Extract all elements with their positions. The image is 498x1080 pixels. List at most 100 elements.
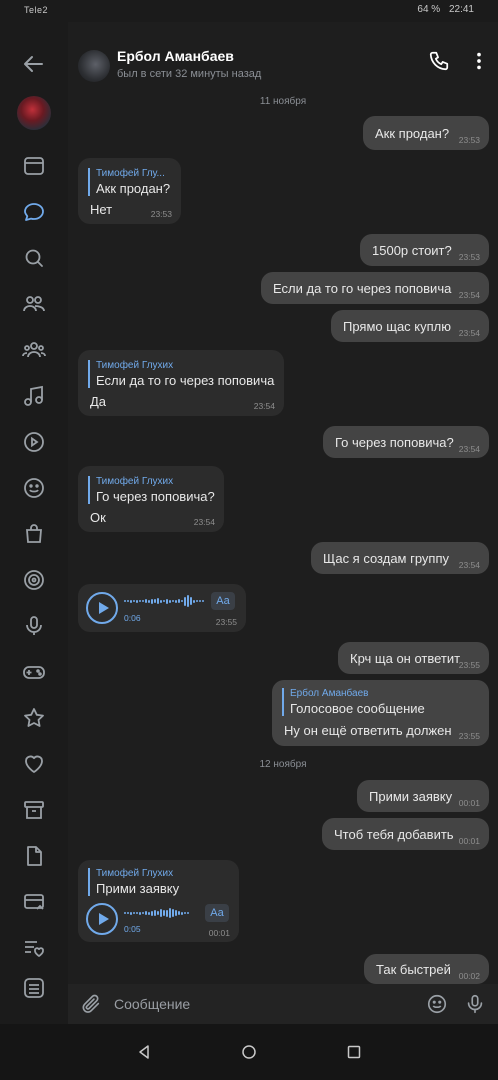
message-time: 23:54: [458, 560, 480, 570]
reply-quote[interactable]: Ербол Аманбаев Голосовое сообщение: [282, 688, 478, 716]
emoji-icon[interactable]: [426, 993, 448, 1015]
message-outgoing[interactable]: Крч ща он ответит 23:55: [338, 642, 489, 674]
message-time: 23:54: [193, 517, 215, 527]
message-text: Ок: [90, 510, 106, 525]
back-icon[interactable]: [22, 52, 46, 76]
voice-waveform[interactable]: [124, 906, 189, 920]
voice-message[interactable]: 0:06 Aa 23:55: [78, 584, 246, 632]
message-text: Ну он ещё ответить должен: [284, 723, 452, 738]
message-time: 23:54: [253, 401, 275, 411]
call-icon[interactable]: [428, 50, 450, 72]
messages-icon[interactable]: [22, 200, 46, 224]
message-composer: [68, 984, 498, 1024]
contact-name[interactable]: Ербол Аманбаев: [117, 48, 234, 64]
payments-icon[interactable]: [22, 890, 46, 914]
reply-author: Ербол Аманбаев: [290, 688, 369, 699]
clock-label: 22:41: [448, 4, 474, 15]
message-text: Так быстрей: [376, 962, 451, 977]
reply-author: Тимофей Глухих: [96, 360, 174, 371]
favorites-icon[interactable]: [22, 706, 46, 730]
message-outgoing[interactable]: Так быстрей 00:02: [364, 954, 489, 984]
battery-label: 64 %: [417, 4, 441, 15]
message-input[interactable]: [114, 994, 414, 1014]
clips-icon[interactable]: [22, 568, 46, 592]
chat-header: Ербол Аманбаев был в сети 32 минуты наза…: [68, 22, 498, 90]
left-nav-rail: [0, 22, 68, 1024]
market-icon[interactable]: [22, 522, 46, 546]
likes-icon[interactable]: [22, 752, 46, 776]
attach-icon[interactable]: [80, 993, 102, 1015]
contact-last-seen: был в сети 32 минуты назад: [117, 68, 262, 80]
message-incoming[interactable]: Тимофей Глухих Го через поповича? Ок 23:…: [78, 466, 224, 532]
microphone-icon[interactable]: [464, 993, 486, 1015]
reply-text: Го через поповича?: [96, 489, 215, 504]
reply-quote[interactable]: Тимофей Глухих Прими заявку: [88, 868, 228, 896]
emoji-icon[interactable]: [22, 476, 46, 500]
games-icon[interactable]: [22, 660, 46, 684]
message-text: Нет: [90, 202, 113, 217]
play-icon[interactable]: [86, 903, 118, 935]
news-icon[interactable]: [22, 154, 46, 178]
message-text: Го через поповича?: [335, 435, 454, 450]
lists-icon[interactable]: [22, 936, 46, 960]
message-incoming[interactable]: Тимофей Глу... Акк продан? Нет 23:53: [78, 158, 181, 224]
search-icon[interactable]: [22, 246, 46, 270]
transcribe-button[interactable]: Aa: [205, 904, 229, 922]
reply-quote[interactable]: Тимофей Глухих Если да то го через попов…: [88, 360, 274, 388]
voice-duration: 0:06: [124, 613, 141, 623]
message-outgoing[interactable]: Если да то го через поповича 23:54: [261, 272, 489, 304]
message-text: Прямо щас куплю: [343, 319, 451, 334]
voice-duration: 0:05: [124, 924, 141, 934]
system-navigation-bar: [0, 1024, 498, 1080]
reply-quote[interactable]: Тимофей Глу... Акк продан?: [88, 168, 170, 196]
message-time: 23:53: [150, 209, 172, 219]
message-time: 23:55: [458, 660, 480, 670]
message-text: Да: [90, 394, 107, 409]
contact-avatar[interactable]: [78, 50, 110, 82]
message-time: 23:53: [458, 252, 480, 262]
avatar[interactable]: [17, 96, 51, 130]
message-time: 00:01: [458, 798, 480, 808]
voice-message[interactable]: Тимофей Глухих Прими заявку 0:05 Aa 00:0…: [78, 860, 239, 942]
status-bar: Tele2 64 % 22:41: [0, 0, 498, 22]
more-vertical-icon[interactable]: [468, 50, 490, 72]
reply-text: Голосовое сообщение: [290, 701, 425, 716]
more-icon[interactable]: [22, 976, 46, 1000]
message-outgoing[interactable]: Акк продан? 23:53: [363, 116, 489, 150]
message-time: 23:53: [458, 135, 480, 145]
message-text: Прими заявку: [369, 789, 453, 804]
message-list[interactable]: 11 ноября Акк продан? 23:53 Тимофей Глу.…: [68, 90, 498, 984]
message-incoming[interactable]: Тимофей Глухих Если да то го через попов…: [78, 350, 284, 416]
archive-icon[interactable]: [22, 798, 46, 822]
back-nav-icon[interactable]: [136, 1044, 152, 1060]
message-time: 00:01: [208, 928, 230, 938]
home-nav-icon[interactable]: [241, 1044, 257, 1060]
message-outgoing[interactable]: Прямо щас куплю 23:54: [331, 310, 489, 342]
message-outgoing[interactable]: Ербол Аманбаев Голосовое сообщение Ну он…: [272, 680, 489, 746]
reply-text: Акк продан?: [96, 181, 171, 196]
play-icon[interactable]: [86, 592, 118, 624]
reply-author: Тимофей Глу...: [96, 168, 165, 179]
reply-quote[interactable]: Тимофей Глухих Го через поповича?: [88, 476, 215, 504]
transcribe-button[interactable]: Aa: [211, 592, 235, 610]
message-text: Чтоб тебя добавить: [334, 827, 454, 842]
message-outgoing[interactable]: Го через поповича? 23:54: [323, 426, 489, 458]
message-outgoing[interactable]: Прими заявку 00:01: [357, 780, 489, 812]
documents-icon[interactable]: [22, 844, 46, 868]
friends-icon[interactable]: [22, 292, 46, 316]
carrier-label: Tele2: [24, 5, 49, 15]
message-text: Щас я создам группу: [323, 551, 450, 566]
reply-text: Прими заявку: [96, 881, 180, 896]
message-outgoing[interactable]: 1500р стоит? 23:53: [360, 234, 489, 266]
message-outgoing[interactable]: Щас я создам группу 23:54: [311, 542, 489, 574]
recents-nav-icon[interactable]: [346, 1044, 362, 1060]
message-text: Крч ща он ответит: [350, 651, 461, 666]
message-outgoing[interactable]: Чтоб тебя добавить 00:01: [322, 818, 489, 850]
podcasts-icon[interactable]: [22, 614, 46, 638]
voice-waveform[interactable]: [124, 594, 204, 608]
message-time: 23:54: [458, 444, 480, 454]
reply-author: Тимофей Глухих: [96, 868, 174, 879]
video-icon[interactable]: [22, 430, 46, 454]
music-icon[interactable]: [22, 384, 46, 408]
communities-icon[interactable]: [22, 338, 46, 362]
